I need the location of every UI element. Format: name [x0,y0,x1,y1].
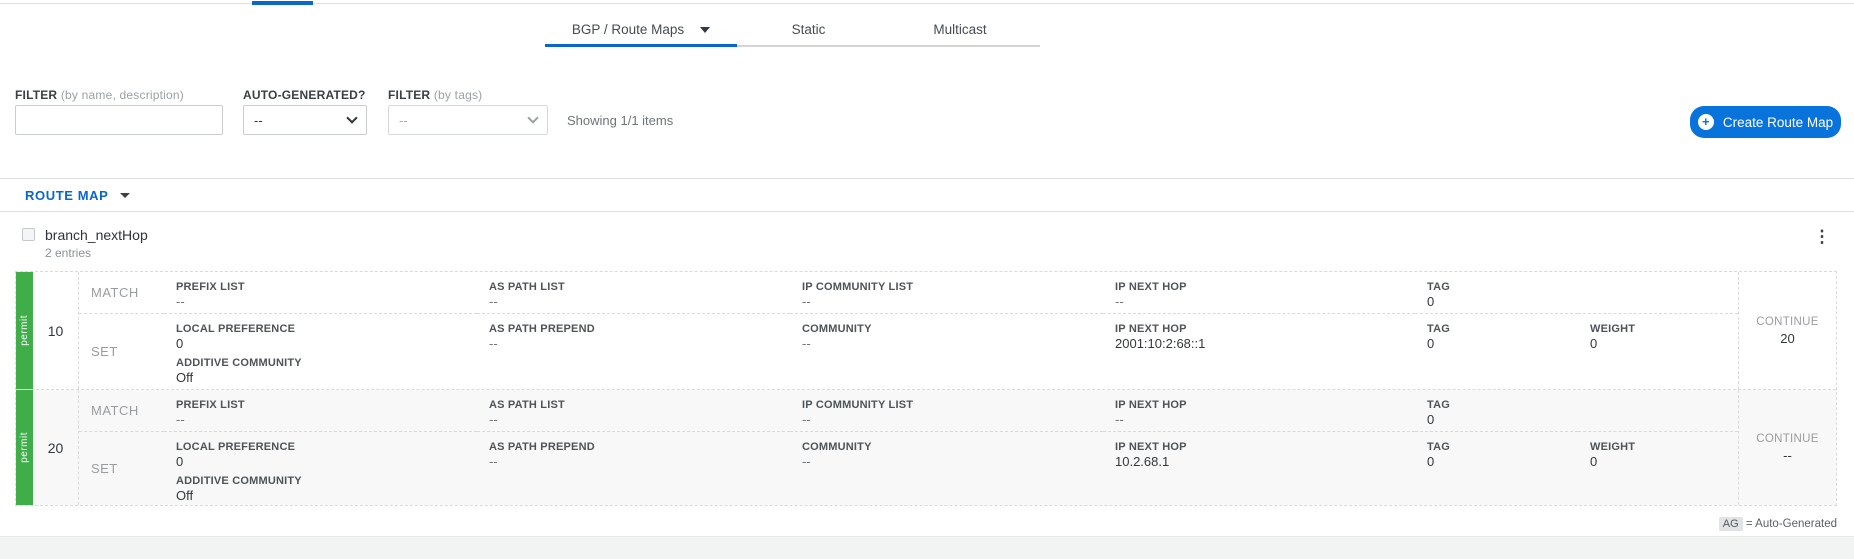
tab-static[interactable]: Static [737,14,880,45]
match-as-path-list: AS PATH LIST-- [477,272,790,314]
match-tag: TAG0 [1415,272,1578,314]
chevron-down-icon[interactable] [700,27,710,33]
set-weight: WEIGHT0 [1578,432,1738,505]
name-filter-input[interactable] [15,105,223,135]
create-route-map-label: Create Route Map [1723,115,1833,130]
route-map-entry-count: 2 entries [45,246,91,260]
route-map-column-label: ROUTE MAP [25,188,108,203]
showing-count: Showing 1/1 items [567,113,673,128]
auto-generated-select-value: -- [254,113,263,128]
tab-multicast[interactable]: Multicast [880,14,1040,45]
match-ip-next-hop: IP NEXT HOP-- [1103,272,1415,314]
kebab-menu-icon[interactable]: ⋮ [1812,226,1832,248]
auto-generated-filter-label: AUTO-GENERATED? [243,88,366,102]
set-ip-next-hop: IP NEXT HOP10.2.68.1 [1103,432,1415,505]
set-as-path-prepend: AS PATH PREPEND-- [477,432,790,505]
plus-icon: + [1698,114,1714,130]
route-map-column-header[interactable]: ROUTE MAP [25,188,130,203]
sort-caret-icon [120,193,130,198]
continue-cell: CONTINUE-- [1738,390,1836,505]
match-ip-next-hop: IP NEXT HOP-- [1103,390,1415,432]
tags-filter-label: FILTER (by tags) [388,88,482,102]
match-ip-community-list: IP COMMUNITY LIST-- [790,390,1103,432]
tab-bgp-route-maps-label: BGP / Route Maps [572,22,684,37]
match-ip-community-list: IP COMMUNITY LIST-- [790,272,1103,314]
set-row-label: SET [79,432,164,505]
ag-legend-text: = Auto-Generated [1746,518,1837,530]
route-map-entry: permit 20 MATCH PREFIX LIST-- AS PATH LI… [16,390,1836,505]
match-row-label: MATCH [79,390,164,432]
name-filter-hint: (by name, description) [61,88,184,102]
create-route-map-button[interactable]: + Create Route Map [1690,106,1841,138]
set-tag: TAG0 [1415,314,1578,389]
set-community: COMMUNITY-- [790,314,1103,389]
tab-bgp-route-maps[interactable]: BGP / Route Maps [545,14,737,45]
tags-filter-value: -- [399,113,408,128]
match-prefix-list: PREFIX LIST-- [164,272,477,314]
route-map-entry: permit 10 MATCH PREFIX LIST-- AS PATH LI… [16,272,1836,390]
ag-badge: AG [1719,517,1743,531]
route-map-list-header: ROUTE MAP [0,178,1854,212]
entry-sequence: 20 [33,390,79,505]
chevron-down-icon [527,112,538,123]
bottom-strip [0,536,1854,559]
chevron-down-icon [346,112,357,123]
tab-static-label: Static [792,22,826,37]
permit-action-bar: permit [16,272,33,389]
name-filter-label: FILTER (by name, description) [15,88,184,102]
permit-action-bar: permit [16,390,33,505]
set-tag: TAG0 [1415,432,1578,505]
match-row-label: MATCH [79,272,164,314]
route-map-name: branch_nextHop [45,227,148,243]
entry-sequence: 10 [33,272,79,389]
set-ip-next-hop: IP NEXT HOP2001:10:2:68::1 [1103,314,1415,389]
match-prefix-list: PREFIX LIST-- [164,390,477,432]
tags-filter-hint: (by tags) [434,88,482,102]
routing-tabs: BGP / Route Maps Static Multicast [545,14,1040,47]
tab-multicast-label: Multicast [933,22,986,37]
match-spacer [1578,272,1738,314]
auto-generated-select[interactable]: -- [243,105,367,135]
match-as-path-list: AS PATH LIST-- [477,390,790,432]
auto-generated-legend: AG = Auto-Generated [1688,518,1837,530]
set-weight: WEIGHT0 [1578,314,1738,389]
match-spacer [1578,390,1738,432]
set-local-preference: LOCAL PREFERENCE0 ADDITIVE COMMUNITYOff [164,432,477,505]
tags-filter-select[interactable]: -- [388,105,548,135]
route-map-entries-table: permit 10 MATCH PREFIX LIST-- AS PATH LI… [15,271,1837,506]
set-community: COMMUNITY-- [790,432,1103,505]
set-as-path-prepend: AS PATH PREPEND-- [477,314,790,389]
continue-cell: CONTINUE20 [1738,272,1836,389]
match-tag: TAG0 [1415,390,1578,432]
parent-tab-active-indicator [252,1,313,5]
set-local-preference: LOCAL PREFERENCE0 ADDITIVE COMMUNITYOff [164,314,477,389]
set-row-label: SET [79,314,164,389]
route-map-checkbox[interactable] [22,228,35,241]
